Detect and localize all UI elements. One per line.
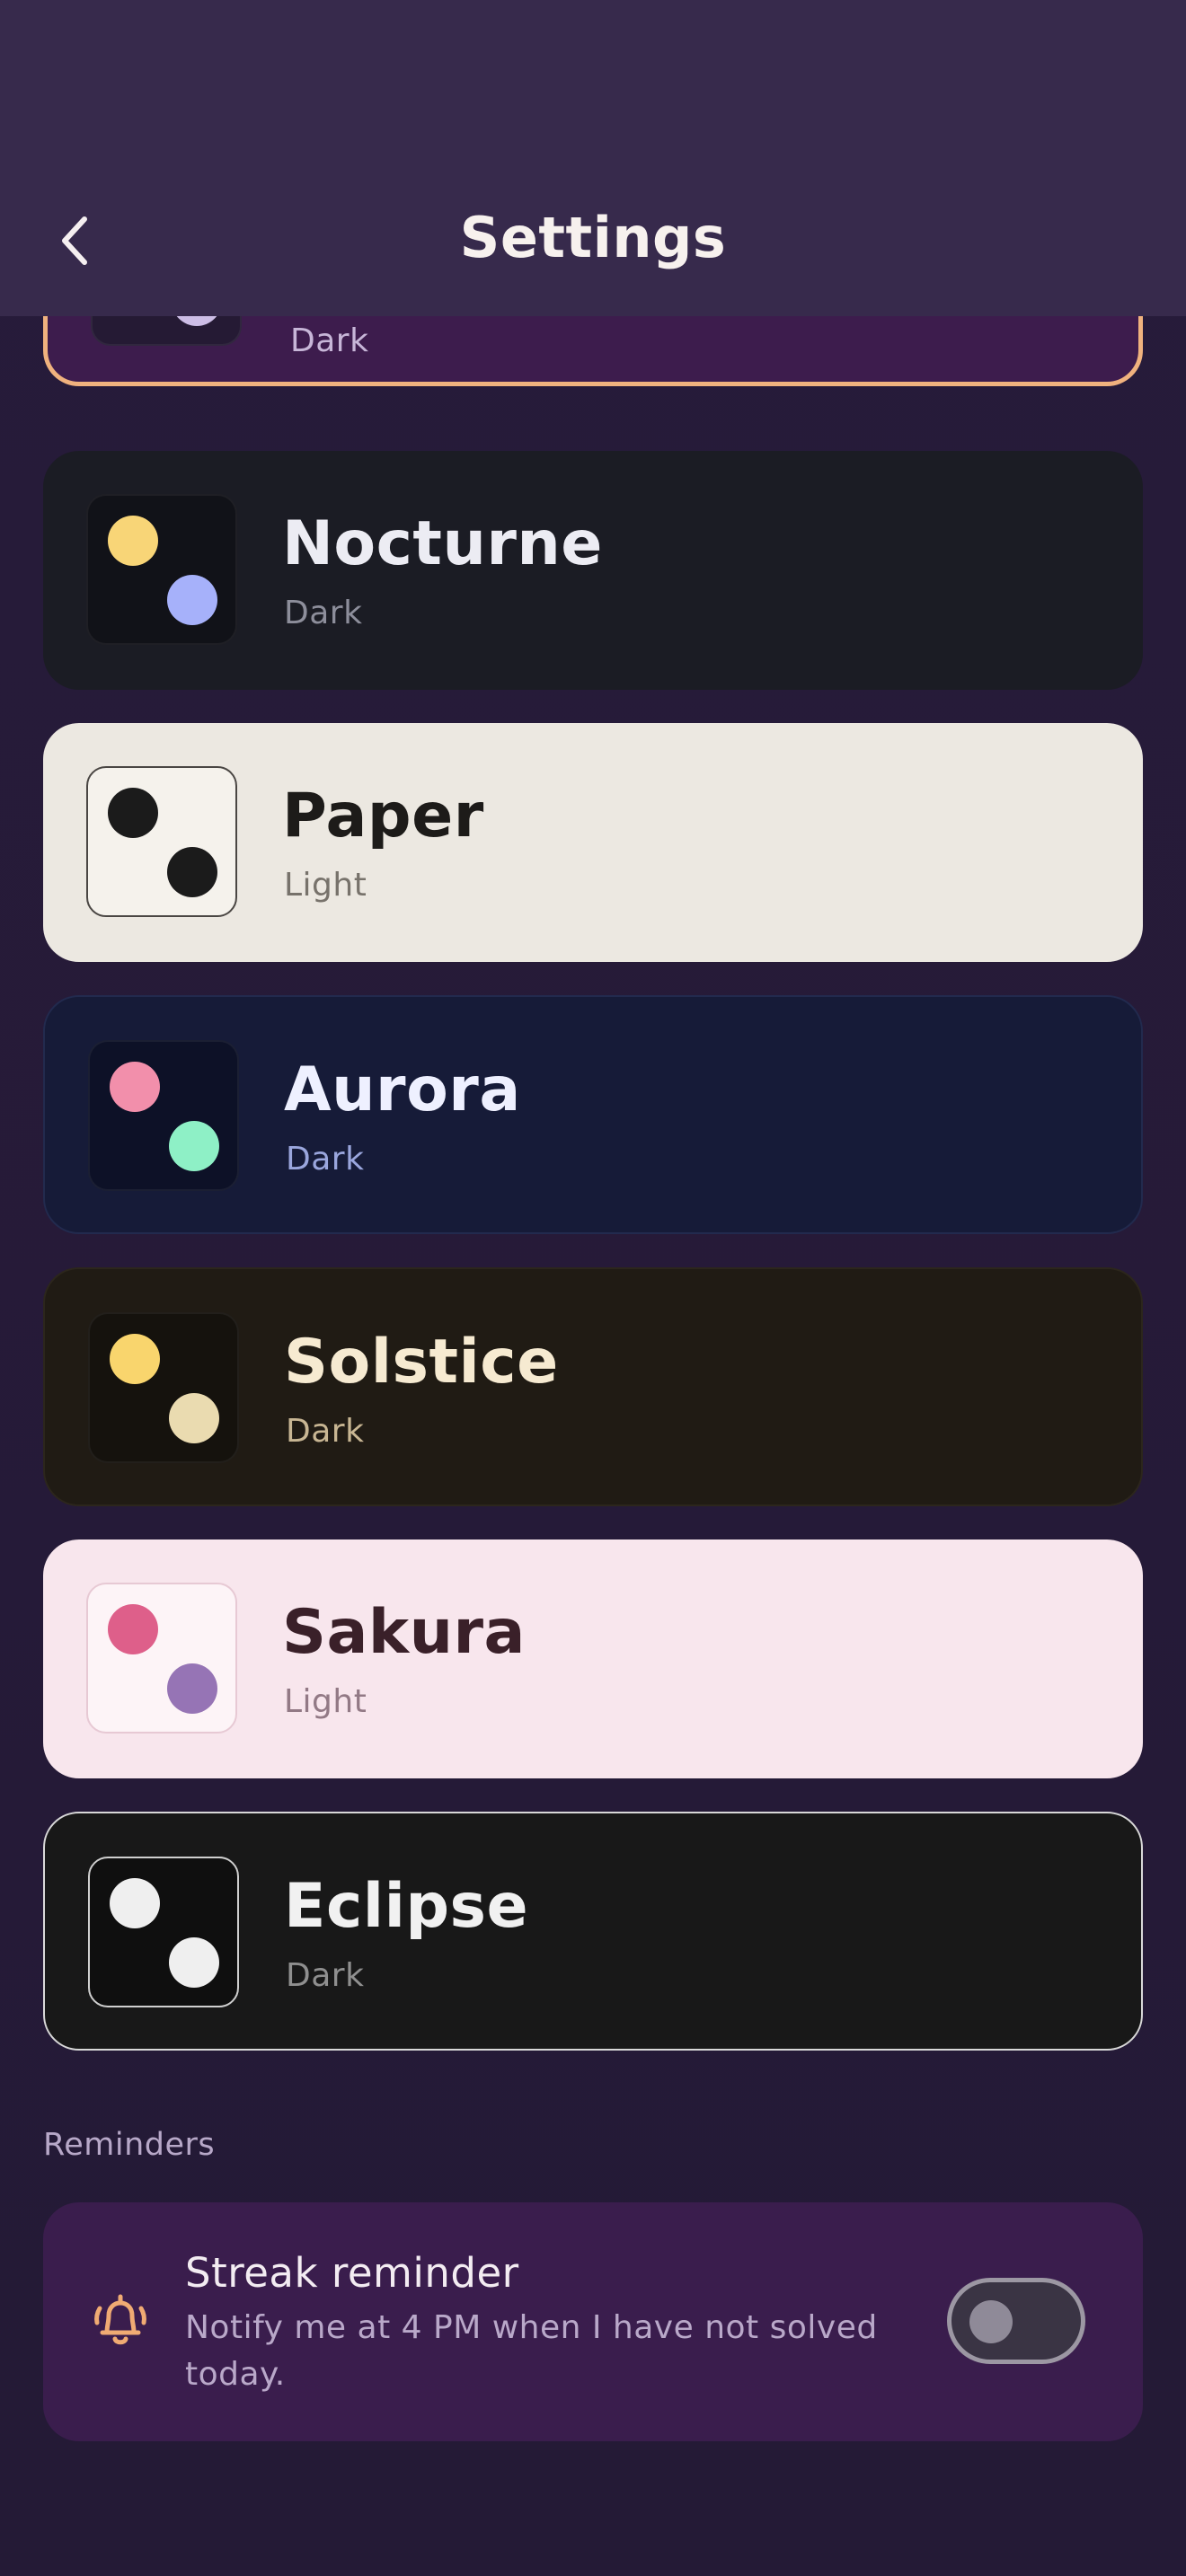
reminder-title: Streak reminder	[185, 2249, 519, 2297]
section-label-reminders: Reminders	[43, 2127, 216, 2163]
theme-card-sakura[interactable]: Sakura Light	[43, 1539, 1143, 1778]
swatch-dot-secondary	[167, 847, 217, 897]
swatch-dot-primary	[110, 1334, 160, 1384]
streak-reminder-toggle[interactable]	[947, 2278, 1085, 2364]
theme-mode: Light	[284, 867, 367, 904]
page-title: Settings	[459, 205, 727, 270]
theme-mode: Dark	[286, 1141, 365, 1178]
swatch-dot-secondary	[169, 1393, 219, 1443]
theme-swatch	[86, 1583, 237, 1734]
theme-name: Nocturne	[282, 508, 603, 579]
swatch-dot-primary	[108, 788, 158, 838]
theme-mode: Dark	[286, 1413, 365, 1450]
theme-card-eclipse[interactable]: Eclipse Dark	[43, 1812, 1143, 2051]
swatch-dot-secondary	[169, 1121, 219, 1171]
settings-screen: Dark Nocturne Dark Paper Light Aurora Da…	[0, 0, 1186, 2576]
theme-mode: Dark	[286, 1957, 365, 1994]
swatch-dot-primary	[108, 1604, 158, 1654]
reminder-description: Notify me at 4 PM when I have not solved…	[185, 2309, 878, 2393]
theme-swatch	[88, 1857, 239, 2007]
streak-reminder-row: Streak reminder Notify me at 4 PM when I…	[43, 2202, 1143, 2441]
theme-name: Solstice	[284, 1327, 559, 1398]
theme-mode: Dark	[284, 595, 363, 631]
theme-swatch	[88, 1312, 239, 1463]
bell-icon	[92, 2289, 149, 2353]
swatch-dot-secondary	[167, 575, 217, 625]
theme-swatch	[88, 1040, 239, 1191]
swatch-dot-primary	[110, 1878, 160, 1928]
app-header: Settings	[0, 0, 1186, 316]
theme-name: Sakura	[282, 1597, 526, 1668]
theme-mode: Light	[284, 1683, 367, 1720]
theme-name: Aurora	[284, 1054, 521, 1125]
swatch-dot-secondary	[167, 1663, 217, 1714]
theme-name: Eclipse	[284, 1871, 529, 1942]
swatch-dot-primary	[108, 516, 158, 566]
theme-mode: Dark	[290, 322, 369, 359]
theme-card-nocturne[interactable]: Nocturne Dark	[43, 451, 1143, 690]
theme-swatch	[86, 494, 237, 645]
theme-card-solstice[interactable]: Solstice Dark	[43, 1267, 1143, 1506]
theme-swatch	[86, 766, 237, 917]
theme-name: Paper	[282, 781, 484, 851]
toggle-knob	[969, 2300, 1013, 2343]
theme-card-paper[interactable]: Paper Light	[43, 723, 1143, 962]
swatch-dot-secondary	[169, 1937, 219, 1988]
swatch-dot-primary	[110, 1062, 160, 1112]
theme-card-aurora[interactable]: Aurora Dark	[43, 995, 1143, 1234]
